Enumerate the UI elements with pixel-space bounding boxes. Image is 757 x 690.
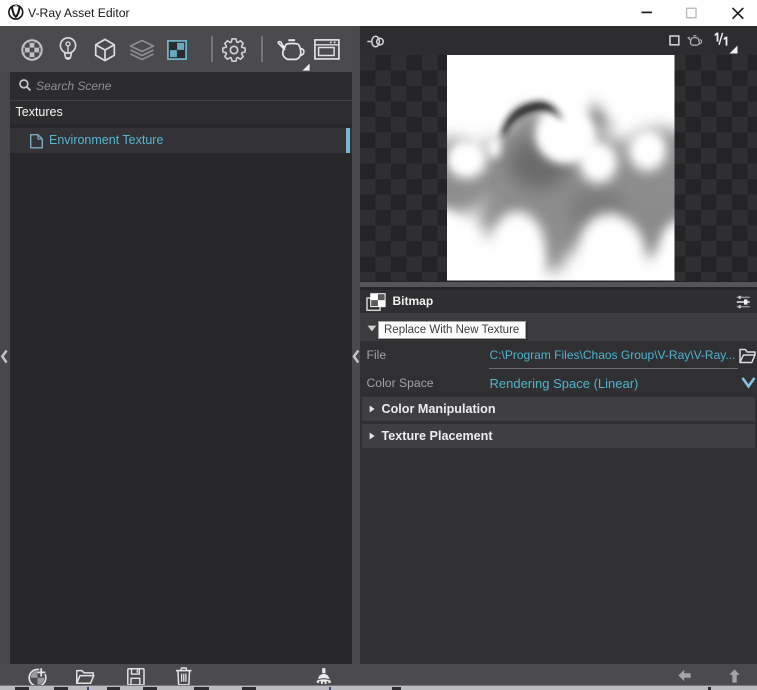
color-space-property-row: Color Space Rendering Space (Linear) [360, 370, 757, 397]
preview-projection-icon[interactable] [367, 36, 389, 47]
section-texture-placement[interactable]: Texture Placement [362, 424, 755, 448]
window-title: V-Ray Asset Editor [28, 0, 130, 26]
delete-trash-icon[interactable] [175, 667, 193, 686]
section-label: Texture Placement [382, 424, 493, 448]
asset-group-label: Textures [16, 101, 63, 124]
asset-group-header[interactable]: Textures [10, 101, 352, 124]
asset-toolbar [0, 26, 352, 72]
collapsed-arrow-icon [369, 405, 375, 413]
taskbar-peek-mark [15, 687, 29, 690]
preview-teapot-icon[interactable] [687, 35, 705, 47]
title-bar: V-Ray Asset Editor [0, 0, 757, 26]
geometry-icon[interactable] [93, 38, 117, 62]
up-arrow-icon[interactable] [729, 669, 740, 683]
layers-icon[interactable] [129, 39, 155, 63]
chevron-down-icon[interactable] [741, 376, 756, 389]
taskbar-peek-mark [194, 687, 209, 690]
texture-file-icon [30, 134, 43, 149]
preview-scrollbar-track[interactable] [360, 282, 757, 288]
taskbar-peek-mark [392, 687, 401, 690]
lights-icon[interactable] [56, 36, 80, 64]
taskbar-peek-mark [87, 687, 89, 690]
taskbar-peek-mark [107, 687, 120, 690]
open-file-folder-icon[interactable] [739, 347, 756, 364]
minimize-button[interactable] [635, 0, 659, 26]
sliders-icon[interactable] [736, 295, 751, 308]
taskbar-peek-mark [329, 687, 331, 690]
file-property-row: File C:\Program Files\Chaos Group\V-Ray\… [360, 341, 757, 370]
collapsed-arrow-icon [369, 432, 375, 440]
vray-logo-icon [8, 4, 24, 20]
color-space-value[interactable]: Rendering Space (Linear) [490, 370, 639, 397]
toolbar-separator-1 [211, 36, 213, 62]
render-dropdown-corner-icon[interactable] [302, 63, 310, 71]
dropdown-triangle-icon[interactable] [367, 325, 377, 332]
section-color-manipulation[interactable]: Color Manipulation [362, 397, 755, 421]
render-teapot-icon[interactable] [276, 37, 306, 63]
close-button[interactable] [727, 0, 751, 26]
asset-list-item-environment-texture[interactable]: Environment Texture [10, 128, 352, 153]
left-collapse-gutter[interactable] [0, 72, 10, 665]
texture-type-label: Bitmap [393, 290, 434, 313]
tooltip: Replace With New Texture [378, 321, 526, 339]
frame-buffer-icon[interactable] [314, 39, 340, 60]
taskbar-peek-mark [708, 687, 711, 690]
file-path-value[interactable]: C:\Program Files\Chaos Group\V-Ray\V-Ray… [490, 341, 736, 370]
asset-list-panel: Search Scene Textures Environment Textur… [10, 72, 352, 665]
list-scrollbar-thumb[interactable] [346, 128, 350, 153]
collapse-left-chevron-icon [0, 349, 10, 364]
pages-dropdown-corner-icon[interactable] [729, 45, 738, 54]
window-bottom-edge [0, 685, 757, 690]
taskbar-peek-mark [242, 687, 256, 690]
back-arrow-icon[interactable] [678, 669, 691, 682]
texture-type-header[interactable]: Bitmap [360, 290, 757, 313]
taskbar-peek-mark [54, 687, 68, 690]
panel-splitter-gutter[interactable] [352, 26, 360, 664]
color-space-label: Color Space [367, 370, 434, 397]
file-label: File [367, 341, 387, 370]
taskbar-peek-mark [143, 687, 157, 690]
search-icon [19, 79, 32, 92]
asset-item-label: Environment Texture [49, 128, 163, 153]
save-icon[interactable] [127, 668, 145, 686]
open-folder-icon[interactable] [76, 668, 95, 685]
maximize-button[interactable] [681, 0, 705, 26]
properties-panel: Bitmap Replace With New Texture File C:\… [360, 26, 757, 664]
bottom-toolbar [0, 664, 757, 686]
texture-preview-image[interactable] [447, 55, 675, 281]
search-bar[interactable]: Search Scene [10, 72, 352, 100]
bitmap-icon [366, 293, 386, 311]
search-input[interactable]: Search Scene [36, 72, 111, 100]
preview-plane-icon[interactable] [669, 35, 680, 46]
section-label: Color Manipulation [382, 397, 496, 421]
settings-icon[interactable] [222, 38, 246, 62]
toolbar-separator-2 [261, 36, 263, 62]
textures-icon-selected[interactable] [167, 40, 187, 60]
purge-broom-icon[interactable] [313, 667, 334, 686]
materials-icon[interactable] [20, 38, 44, 62]
